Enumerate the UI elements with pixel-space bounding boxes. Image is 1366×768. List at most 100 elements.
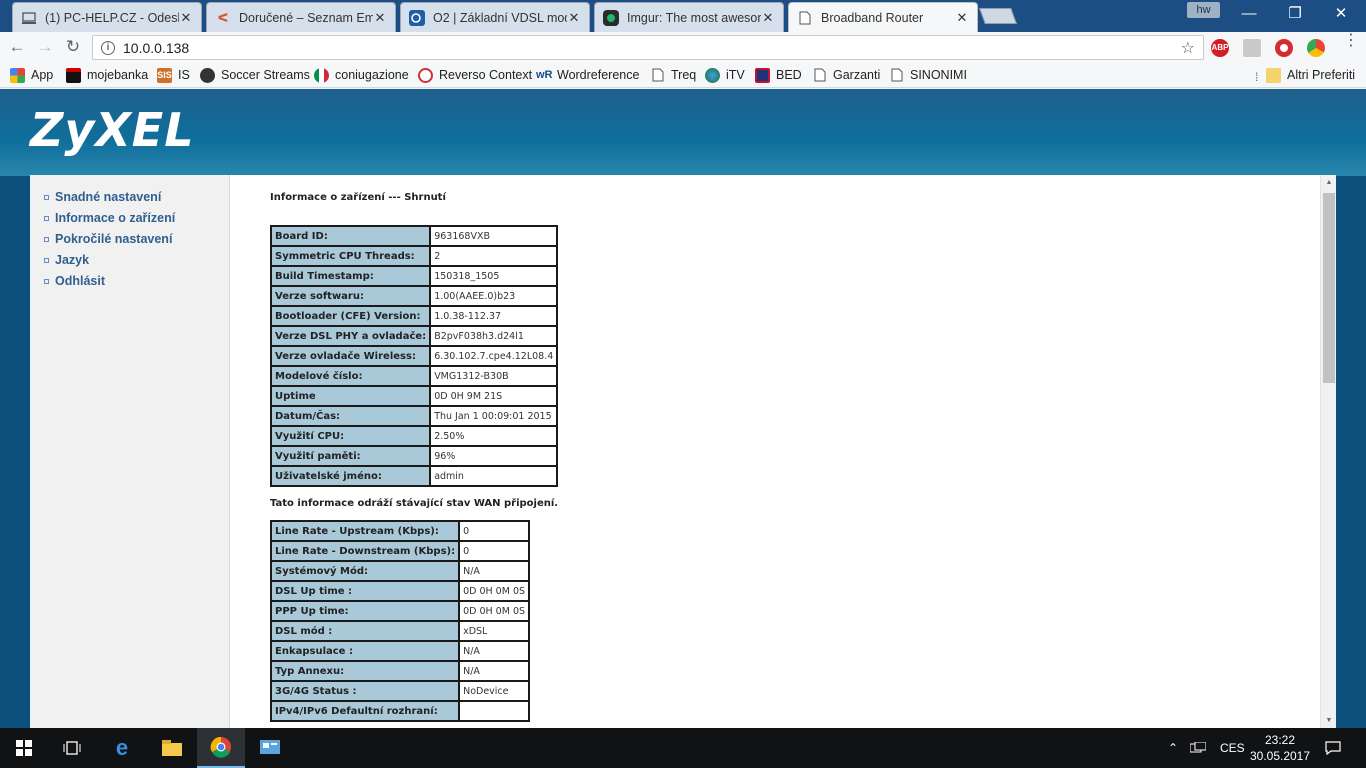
info-icon[interactable]: i [101, 40, 115, 55]
bookmark-item[interactable]: mojebanka [66, 66, 148, 84]
uk-flag-icon [755, 67, 770, 83]
page-scrollbar[interactable]: ▲ ▼ [1320, 175, 1336, 728]
browser-toolbar: ← → ↻ i 10.0.0.138 ☆ ABP ⋮ [0, 32, 1366, 62]
bookmarks-bar: App mojebanka SIS IS Soccer Streams coni… [0, 62, 1366, 88]
bookmark-item[interactable]: App [10, 66, 53, 84]
menu-item-label: Pokročilé nastavení [55, 232, 173, 246]
menu-item-easy-setup[interactable]: Snadné nastavení [44, 190, 161, 204]
bookmark-star-icon[interactable]: ☆ [1181, 38, 1195, 58]
close-icon[interactable]: ✕ [955, 10, 969, 26]
tab-imgur[interactable]: Imgur: The most awesom ✕ [594, 2, 784, 32]
router-sidebar: Snadné nastavení Informace o zařízení Po… [30, 175, 230, 728]
close-icon[interactable]: ✕ [179, 10, 193, 26]
laptop-icon [21, 10, 37, 26]
globe-icon [705, 67, 720, 83]
bookmark-label: Soccer Streams [221, 68, 310, 82]
scroll-down-icon[interactable]: ▼ [1324, 717, 1334, 724]
row-label: Využití CPU: [269, 425, 432, 447]
file-explorer-icon[interactable] [148, 728, 196, 768]
row-value: 0D 0H 0M 0S [458, 580, 531, 602]
row-value: 150318_1505 [429, 265, 559, 287]
table-row: Build Timestamp: 150318_1505 [269, 265, 559, 287]
bookmark-item[interactable]: SINONIMI [889, 66, 967, 84]
row-value: 1.00(AAEE.0)b23 [429, 285, 559, 307]
back-button[interactable]: ← [6, 36, 28, 58]
close-window-button[interactable]: ✕ [1318, 0, 1364, 28]
chrome-icon[interactable] [197, 728, 245, 768]
menu-item-device-info[interactable]: Informace o zařízení [44, 211, 175, 225]
table-row: Uptime 0D 0H 9M 21S [269, 385, 559, 407]
row-value: 2 [429, 245, 559, 267]
start-button[interactable] [0, 728, 48, 768]
wan-info-table: Line Rate - Upstream (Kbps): 0 Line Rate -… [269, 520, 531, 722]
row-label: Bootloader (CFE) Version: [269, 305, 432, 327]
address-bar[interactable]: i 10.0.0.138 ☆ [92, 35, 1204, 60]
table-row: IPv4/IPv6 Defaultní rozhraní: [269, 700, 531, 722]
bookmark-item[interactable]: iTV [705, 66, 745, 84]
minimize-button[interactable]: — [1226, 0, 1272, 28]
edge-icon[interactable]: e [98, 728, 146, 768]
control-panel-icon[interactable] [246, 728, 294, 768]
close-icon[interactable]: ✕ [761, 10, 775, 26]
table-row: Verze ovladače Wireless: 6.30.102.7.cpe4.… [269, 345, 559, 367]
bookmark-item[interactable]: Reverso Context [418, 66, 532, 84]
tab-seznam[interactable]: ᐸ Doručené – Seznam Ema ✕ [206, 2, 396, 32]
tab-title: Imgur: The most awesom [627, 10, 761, 25]
tab-broadband-router[interactable]: Broadband Router ✕ [788, 2, 978, 32]
bookmark-item[interactable]: SIS IS [157, 66, 190, 84]
row-label: Build Timestamp: [269, 265, 432, 287]
scroll-up-icon[interactable]: ▲ [1324, 179, 1334, 186]
show-hidden-icons[interactable]: ⌃ [1168, 728, 1178, 768]
bookmark-item[interactable]: wR Wordreference [536, 66, 639, 84]
bookmark-item[interactable]: Treq [650, 66, 696, 84]
restore-button[interactable]: ❐ [1272, 0, 1318, 28]
close-icon[interactable]: ✕ [373, 10, 387, 26]
bullet-icon [44, 257, 49, 263]
menu-kebab-icon[interactable]: ⋮ [1343, 33, 1359, 49]
acrobat-icon[interactable] [1243, 39, 1261, 57]
forward-button[interactable]: → [34, 36, 56, 58]
table-row: Board ID: 963168VXB [269, 225, 559, 247]
extension-play-icon[interactable] [1307, 39, 1325, 57]
row-label: Verze softwaru: [269, 285, 432, 307]
row-value: 0 [458, 520, 531, 542]
bookmark-item[interactable]: Soccer Streams [200, 66, 310, 84]
wr-icon: wR [536, 68, 553, 81]
close-icon[interactable]: ✕ [567, 10, 581, 26]
new-tab-button[interactable] [979, 8, 1017, 24]
menu-item-label: Jazyk [55, 253, 90, 267]
task-view-icon[interactable] [48, 728, 96, 768]
row-value [458, 700, 531, 722]
bookmark-item[interactable]: coniugazione [314, 66, 409, 84]
more-bookmarks-icon[interactable]: ⁞ [1255, 70, 1258, 84]
notifications-icon[interactable] [1325, 728, 1341, 768]
profile-badge[interactable]: hw [1187, 2, 1220, 18]
row-value: N/A [458, 640, 531, 662]
menu-item-label: Odhlásit [55, 274, 106, 288]
bookmark-label: BED [776, 68, 802, 82]
input-language[interactable]: CES [1220, 728, 1245, 768]
row-label: Modelové číslo: [269, 365, 432, 387]
menu-item-language[interactable]: Jazyk [44, 253, 89, 267]
other-bookmarks[interactable]: Altri Preferiti [1266, 66, 1355, 84]
adblock-plus-icon[interactable]: ABP [1211, 39, 1229, 57]
zyxel-logo: ZyXEL [30, 103, 195, 157]
reload-button[interactable]: ↻ [62, 36, 84, 58]
tab-o2[interactable]: O2 | Základní VDSL mode ✕ [400, 2, 590, 32]
row-label: Využití paměti: [269, 445, 432, 467]
table-row: Line Rate - Downstream (Kbps): 0 [269, 540, 531, 562]
table-row: Bootloader (CFE) Version: 1.0.38-112.37 [269, 305, 559, 327]
bookmark-item[interactable]: Garzanti [812, 66, 880, 84]
bookmark-item[interactable]: BED [755, 66, 802, 84]
system-clock[interactable]: 23:22 30.05.2017 [1245, 732, 1315, 764]
table-row: Line Rate - Upstream (Kbps): 0 [269, 520, 531, 542]
network-icon[interactable] [1190, 728, 1206, 768]
row-value: xDSL [458, 620, 531, 642]
page-icon [812, 68, 827, 83]
scroll-thumb[interactable] [1323, 193, 1335, 383]
menu-item-logout[interactable]: Odhlásit [44, 274, 105, 288]
menu-item-advanced[interactable]: Pokročilé nastavení [44, 232, 172, 246]
bookmark-label: coniugazione [335, 68, 409, 82]
record-icon[interactable] [1275, 39, 1293, 57]
tab-pc-help[interactable]: (1) PC-HELP.CZ - Odeslat ✕ [12, 2, 202, 32]
